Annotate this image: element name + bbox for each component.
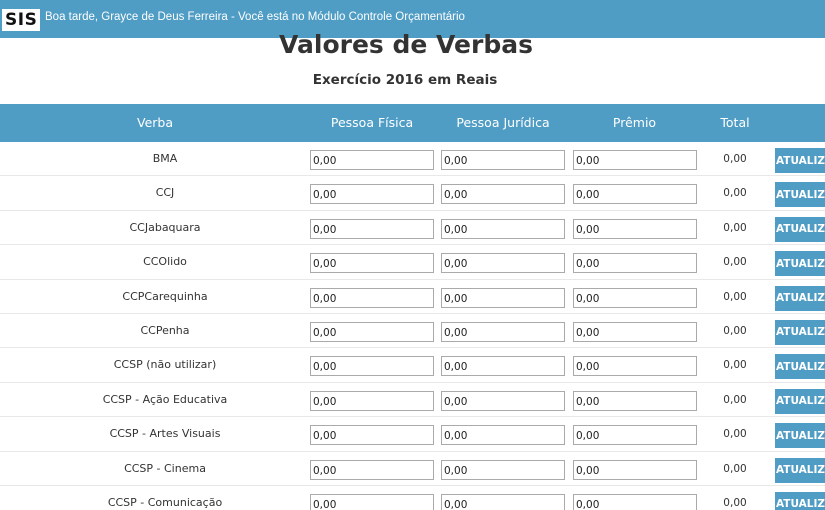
premio-input[interactable]: [573, 253, 697, 274]
pessoa-fisica-input[interactable]: [310, 356, 434, 377]
total-value: 0,00: [723, 290, 747, 303]
table-row: CCSP - Cinema 0,00 ATUALIZAR: [0, 452, 825, 486]
premio-input[interactable]: [573, 425, 697, 446]
atualizar-button[interactable]: ATUALIZAR: [775, 319, 825, 345]
premio-input[interactable]: [573, 150, 697, 170]
page-title: Valores de Verbas: [279, 30, 533, 59]
verba-name: CCPenha: [140, 323, 190, 337]
premio-input[interactable]: [573, 493, 697, 510]
pessoa-juridica-input[interactable]: [441, 287, 565, 308]
atualizar-button[interactable]: ATUALIZAR: [775, 388, 825, 414]
verba-name: CCSP - Cinema: [124, 461, 206, 475]
total-value: 0,00: [723, 428, 747, 441]
pessoa-fisica-input[interactable]: [310, 218, 434, 239]
column-header-premio: Prêmio: [612, 115, 657, 130]
pessoa-fisica-input[interactable]: [310, 253, 434, 274]
total-value: 0,00: [723, 462, 747, 475]
pessoa-juridica-input[interactable]: [441, 425, 565, 446]
atualizar-button[interactable]: ATUALIZAR: [775, 182, 825, 208]
premio-input[interactable]: [573, 459, 697, 480]
total-value: 0,00: [723, 324, 747, 337]
pessoa-fisica-input[interactable]: [310, 184, 434, 205]
table-row: BMA 0,00 ATUALIZAR: [0, 142, 825, 177]
atualizar-button[interactable]: ATUALIZAR: [775, 251, 825, 277]
pessoa-juridica-input[interactable]: [441, 253, 565, 274]
pessoa-juridica-input[interactable]: [441, 390, 565, 411]
pessoa-juridica-input[interactable]: [441, 150, 565, 170]
total-value: 0,00: [723, 359, 747, 372]
table-row: CCSP - Artes Visuais 0,00 ATUALIZAR: [0, 417, 825, 452]
premio-input[interactable]: [573, 321, 697, 342]
table-row: CCPCarequinha 0,00 ATUALIZAR: [0, 280, 825, 314]
premio-input[interactable]: [573, 287, 697, 308]
total-value: 0,00: [723, 496, 747, 509]
table-row: CCJ 0,00 ATUALIZAR: [0, 176, 825, 211]
verba-name: CCSP - Ação Educativa: [102, 392, 228, 406]
column-header-pessoa-juridica: Pessoa Jurídica: [456, 115, 550, 130]
table-body: BMA 0,00 ATUALIZAR CCJ 0,00 ATUALIZAR CC…: [0, 142, 825, 510]
table-row: CCSP (não utilizar) 0,00 ATUALIZAR: [0, 348, 825, 383]
table-row: CCSP - Comunicação 0,00 ATUALIZAR: [0, 486, 825, 510]
pessoa-fisica-input[interactable]: [310, 390, 434, 411]
verba-name: CCPCarequinha: [122, 289, 208, 303]
column-header-pessoa-fisica: Pessoa Física: [330, 115, 414, 130]
atualizar-button[interactable]: ATUALIZAR: [775, 491, 825, 510]
table-row: CCPenha 0,00 ATUALIZAR: [0, 314, 825, 349]
table-row: CCSP - Ação Educativa 0,00 ATUALIZAR: [0, 383, 825, 418]
pessoa-juridica-input[interactable]: [441, 218, 565, 239]
total-value: 0,00: [723, 153, 747, 165]
atualizar-button[interactable]: ATUALIZAR: [775, 285, 825, 311]
verba-name: CCJabaquara: [129, 220, 201, 234]
verba-name: CCSP - Artes Visuais: [109, 427, 221, 441]
atualizar-button[interactable]: ATUALIZAR: [775, 148, 825, 173]
pessoa-fisica-input[interactable]: [310, 150, 434, 170]
verba-name: CCSP - Comunicação: [107, 495, 223, 509]
pessoa-juridica-input[interactable]: [441, 459, 565, 480]
atualizar-button[interactable]: ATUALIZAR: [775, 457, 825, 483]
total-value: 0,00: [723, 393, 747, 406]
table-header: Verba Pessoa Física Pessoa Jurídica Prêm…: [0, 104, 825, 142]
pessoa-fisica-input[interactable]: [310, 459, 434, 480]
total-value: 0,00: [723, 221, 747, 234]
pessoa-juridica-input[interactable]: [441, 321, 565, 342]
pessoa-fisica-input[interactable]: [310, 321, 434, 342]
table-row: CCJabaquara 0,00 ATUALIZAR: [0, 211, 825, 246]
pessoa-juridica-input[interactable]: [441, 184, 565, 205]
premio-input[interactable]: [573, 356, 697, 377]
column-header-verba: Verba: [136, 115, 173, 130]
premio-input[interactable]: [573, 184, 697, 205]
premio-input[interactable]: [573, 390, 697, 411]
column-header-total: Total: [720, 115, 750, 130]
pessoa-juridica-input[interactable]: [441, 493, 565, 510]
atualizar-button[interactable]: ATUALIZAR: [775, 423, 825, 449]
pessoa-fisica-input[interactable]: [310, 493, 434, 510]
pessoa-juridica-input[interactable]: [441, 356, 565, 377]
verba-name: BMA: [152, 152, 178, 165]
total-value: 0,00: [723, 256, 747, 269]
table-row: CCOlido 0,00 ATUALIZAR: [0, 245, 825, 280]
pessoa-fisica-input[interactable]: [310, 287, 434, 308]
greeting-text: Boa tarde, Grayce de Deus Ferreira - Voc…: [45, 11, 465, 23]
verba-name: CCSP (não utilizar): [113, 358, 217, 372]
verba-name: CCOlido: [143, 255, 187, 269]
atualizar-button[interactable]: ATUALIZAR: [775, 216, 825, 242]
pessoa-fisica-input[interactable]: [310, 425, 434, 446]
premio-input[interactable]: [573, 218, 697, 239]
page-subtitle: Exercício 2016 em Reais: [312, 72, 498, 88]
total-value: 0,00: [723, 187, 747, 200]
verba-name: CCJ: [155, 186, 175, 200]
atualizar-button[interactable]: ATUALIZAR: [775, 354, 825, 380]
